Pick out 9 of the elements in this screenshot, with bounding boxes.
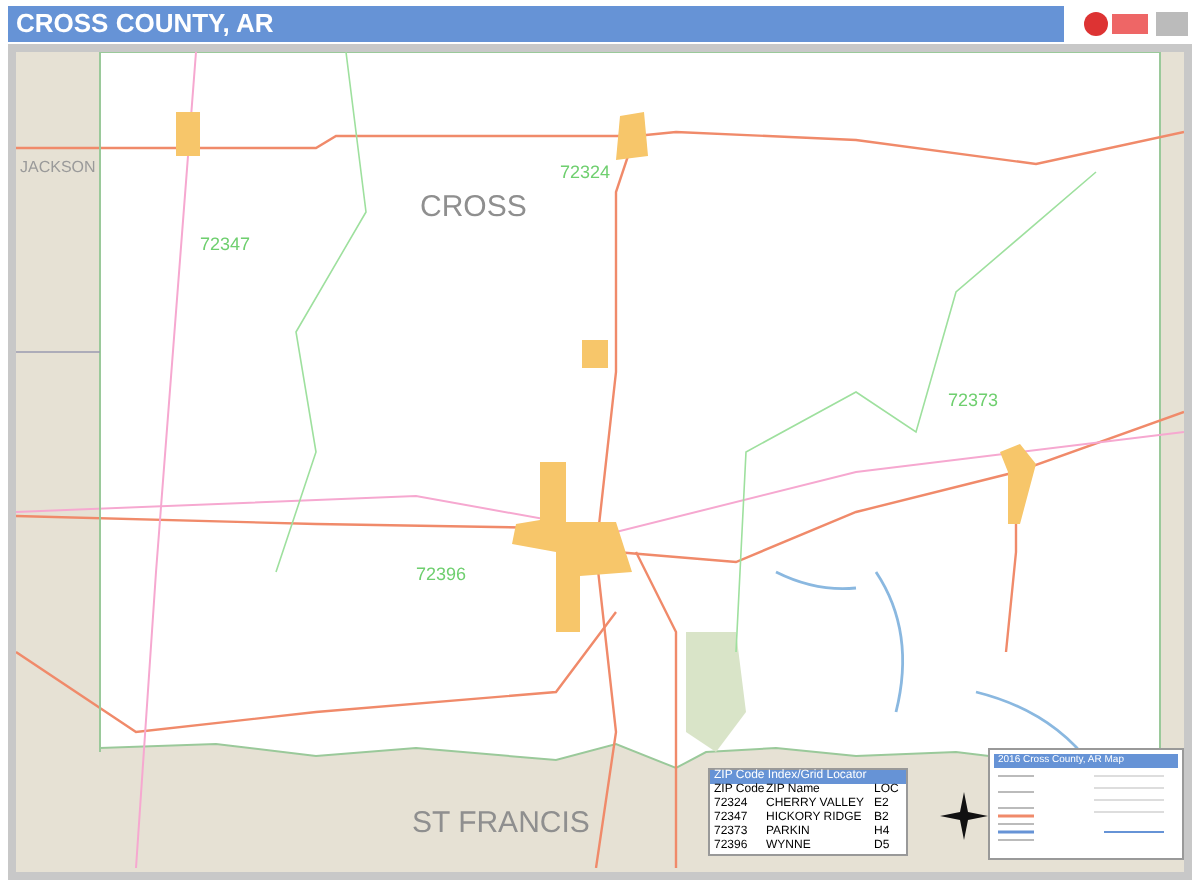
zip-code-label: 72347: [200, 236, 251, 254]
compass-rose-icon: [940, 792, 988, 840]
county-label: JACKSON: [20, 160, 96, 176]
zip-code-label: 72396: [416, 566, 467, 584]
county-label: ST FRANCIS: [412, 808, 590, 838]
zip-code-label: 72373: [948, 392, 999, 410]
zip-code-label: 72324: [560, 164, 611, 182]
map-title: CROSS COUNTY, AR: [16, 6, 274, 43]
county-label: CROSS: [420, 192, 527, 222]
